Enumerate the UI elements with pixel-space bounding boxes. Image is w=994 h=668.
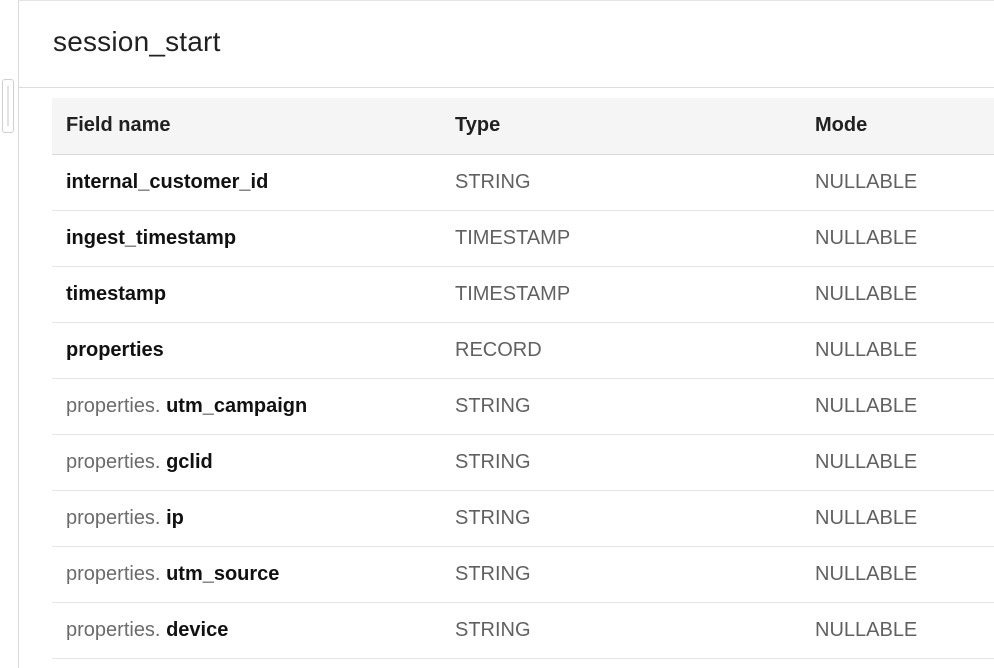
table-row: properties. utm_campaign STRING NULLABLE <box>52 378 994 435</box>
table-row: ingest_timestamp TIMESTAMP NULLABLE <box>52 210 994 267</box>
field-mode: NULLABLE <box>801 266 994 323</box>
field-mode: NULLABLE <box>801 210 994 267</box>
table-row: internal_customer_id STRING NULLABLE <box>52 154 994 211</box>
field-prefix: properties. <box>66 394 167 417</box>
field-name-cell: properties. gclid <box>52 434 441 491</box>
table-row: properties RECORD NULLABLE <box>52 322 994 379</box>
field-prefix: properties. <box>66 450 167 473</box>
field-name: utm_campaign <box>166 394 308 417</box>
field-type: STRING <box>441 378 801 435</box>
panel-header: session_start <box>19 1 994 88</box>
field-name-cell: properties. device <box>52 602 441 659</box>
field-type: TIMESTAMP <box>441 266 801 323</box>
table-row: timestamp TIMESTAMP NULLABLE <box>52 266 994 323</box>
field-mode: NULLABLE <box>801 434 994 491</box>
field-prefix: properties. <box>66 618 167 641</box>
table-row: properties. utm_source STRING NULLABLE <box>52 546 994 603</box>
field-type: TIMESTAMP <box>441 210 801 267</box>
column-header-type: Type <box>441 98 801 155</box>
table-row: properties. ip STRING NULLABLE <box>52 490 994 547</box>
field-mode: NULLABLE <box>801 322 994 379</box>
table-row: properties. device STRING NULLABLE <box>52 602 994 659</box>
field-name-cell: properties <box>52 322 441 379</box>
field-name-cell: properties. utm_campaign <box>52 378 441 435</box>
panel-resize-handle[interactable] <box>2 79 14 133</box>
column-header-field-name: Field name <box>52 98 441 155</box>
field-name: gclid <box>166 450 213 473</box>
field-name: properties <box>66 338 164 361</box>
field-name-cell: ingest_timestamp <box>52 210 441 267</box>
field-name: internal_customer_id <box>66 170 269 193</box>
field-name: timestamp <box>66 282 167 305</box>
schema-table: Field name Type Mode internal_customer_i… <box>52 98 994 659</box>
field-name-cell: properties. ip <box>52 490 441 547</box>
field-mode: NULLABLE <box>801 546 994 603</box>
table-header-row: Field name Type Mode <box>52 98 994 155</box>
field-name-cell: timestamp <box>52 266 441 323</box>
field-prefix: properties. <box>66 562 167 585</box>
field-name-cell: properties. utm_source <box>52 546 441 603</box>
field-type: STRING <box>441 490 801 547</box>
table-row: properties. gclid STRING NULLABLE <box>52 434 994 491</box>
schema-table-container: Field name Type Mode internal_customer_i… <box>52 98 994 659</box>
field-name-cell: internal_customer_id <box>52 154 441 211</box>
field-type: STRING <box>441 434 801 491</box>
field-name: utm_source <box>166 562 280 585</box>
field-name: ip <box>166 506 184 529</box>
field-type: STRING <box>441 546 801 603</box>
field-type: STRING <box>441 602 801 659</box>
field-prefix: properties. <box>66 506 167 529</box>
field-type: RECORD <box>441 322 801 379</box>
field-name: device <box>166 618 229 641</box>
page-title: session_start <box>53 26 221 57</box>
field-mode: NULLABLE <box>801 154 994 211</box>
field-mode: NULLABLE <box>801 602 994 659</box>
field-name: ingest_timestamp <box>66 226 237 249</box>
column-header-mode: Mode <box>801 98 994 155</box>
field-mode: NULLABLE <box>801 490 994 547</box>
field-mode: NULLABLE <box>801 378 994 435</box>
field-type: STRING <box>441 154 801 211</box>
